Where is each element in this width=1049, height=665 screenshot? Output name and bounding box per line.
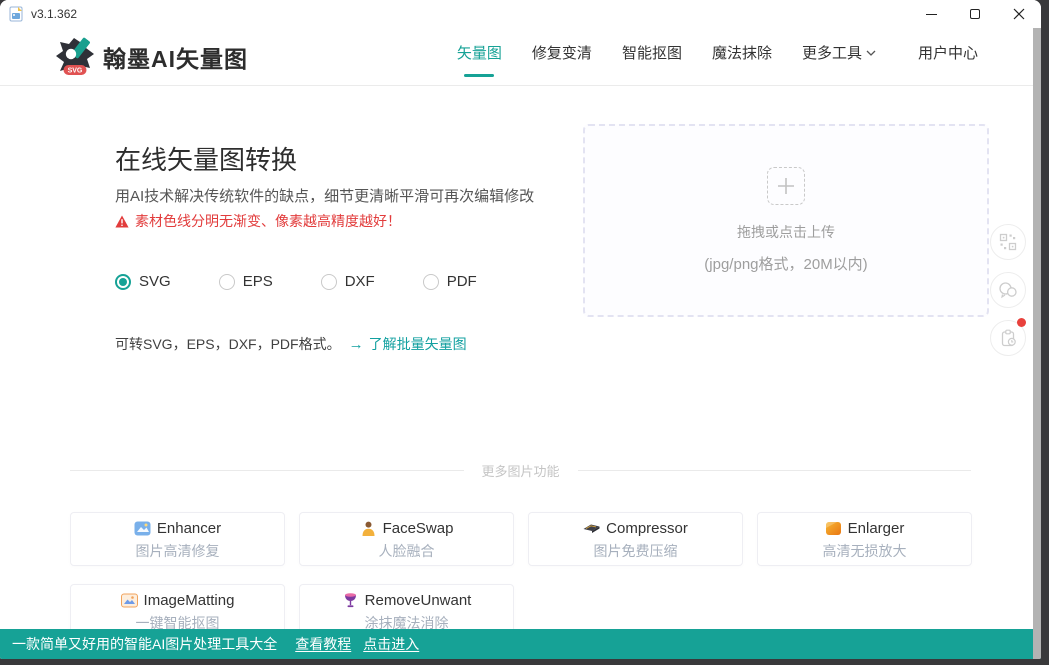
divider-label: 更多图片功能 [481,464,560,479]
app-window: v3.1.362 SVG 翰墨AI矢量图 矢量图 修复变清 智能抠图 魔法抹除 … [0,0,1041,659]
nav-tab-user-center[interactable]: 用户中心 [918,36,978,77]
qr-code-button[interactable] [990,224,1026,260]
formats-note: 可转SVG，EPS，DXF，PDF格式。 → 了解批量矢量图 [115,334,467,354]
upload-hint: 拖拽或点击上传 [737,224,835,240]
window-title: v3.1.362 [31,7,78,21]
picture-icon [134,521,151,536]
logo-badge: SVG [68,67,83,74]
note-text: 可转SVG，EPS，DXF，PDF格式。 [115,336,341,352]
titlebar: v3.1.362 [0,0,1041,28]
nav-tab-erase[interactable]: 魔法抹除 [712,36,772,77]
card-compressor[interactable]: Compressor 图片免费压缩 [528,512,743,566]
page-title: 在线矢量图转换 [115,145,298,175]
card-enhancer[interactable]: Enhancer 图片高清修复 [70,512,285,566]
brand-logo-icon: SVG [56,37,94,75]
magic-remove-icon [344,593,356,608]
header: SVG 翰墨AI矢量图 矢量图 修复变清 智能抠图 魔法抹除 更多工具 用户中心 [0,28,1041,86]
tutorial-link[interactable]: 查看教程 [295,634,351,654]
format-radio-group: SVG EPS DXF PDF [115,273,477,290]
app-file-icon [9,6,23,22]
footer-bar: 一款简单又好用的智能AI图片处理工具大全 查看教程 点击进入 [0,629,1041,659]
batch-vector-link[interactable]: 了解批量矢量图 [369,334,467,354]
format-radio-svg[interactable]: SVG [115,273,171,290]
format-radio-pdf[interactable]: PDF [422,273,477,290]
enter-link[interactable]: 点击进入 [363,634,419,654]
logo: SVG 翰墨AI矢量图 [55,37,248,77]
radio-icon [218,273,235,290]
main-content: 在线矢量图转换 用AI技术解决传统软件的缺点，细节更清晰平滑可再次编辑修改 素材… [0,86,1041,658]
maximize-icon [970,9,980,19]
minimize-icon [925,13,937,15]
floating-buttons [990,224,1026,356]
format-radio-eps[interactable]: EPS [218,273,273,290]
person-icon [362,521,375,536]
card-enlarger[interactable]: Enlarger 高清无损放大 [757,512,972,566]
nav-tab-more-tools[interactable]: 更多工具 [802,36,876,77]
upload-dropzone[interactable]: 拖拽或点击上传 (jpg/png格式，20M以内) [583,124,989,317]
brand-name: 翰墨AI矢量图 [103,45,248,72]
nav-tab-cutout[interactable]: 智能抠图 [622,36,682,77]
arrow-right-icon: → [348,335,364,353]
radio-icon [115,273,131,290]
radio-icon [320,273,337,290]
radio-icon [422,273,439,290]
warning-row: 素材色线分明无渐变、像素越高精度越好！ [115,211,401,231]
plus-box [767,167,805,205]
chevron-down-icon [866,50,876,56]
chat-icon [999,282,1017,299]
card-faceswap[interactable]: FaceSwap 人脸融合 [299,512,514,566]
minimize-button[interactable] [909,0,953,28]
format-radio-dxf[interactable]: DXF [320,273,375,290]
main-nav: 矢量图 修复变清 智能抠图 魔法抹除 更多工具 用户中心 [457,36,978,77]
more-features-divider: 更多图片功能 [70,461,972,480]
feature-cards-grid: Enhancer 图片高清修复 FaceSwap 人脸融合 Compressor… [70,512,975,638]
close-icon [1013,8,1025,20]
matting-icon [120,593,138,608]
maximize-button[interactable] [953,0,997,28]
warning-icon [115,215,129,227]
clipboard-history-icon [1001,329,1016,346]
footer-slogan: 一款简单又好用的智能AI图片处理工具大全 [12,636,278,652]
warning-text: 素材色线分明无渐变、像素越高精度越好！ [135,213,401,229]
history-clipboard-button[interactable] [990,318,1026,356]
close-button[interactable] [997,0,1041,28]
compressor-icon [583,524,600,533]
divider-line [70,470,464,471]
qr-code-icon [999,233,1017,251]
notification-dot [1017,318,1026,327]
page-description: 用AI技术解决传统软件的缺点，细节更清晰平滑可再次编辑修改 [115,188,535,205]
vertical-scrollbar[interactable] [1033,28,1041,659]
upload-format-hint: (jpg/png格式，20M以内) [704,256,868,273]
nav-tab-restore[interactable]: 修复变清 [532,36,592,77]
enlarger-icon [825,522,841,535]
divider-line [577,470,972,471]
window-controls [909,0,1041,28]
feedback-chat-button[interactable] [990,272,1026,308]
plus-icon [778,178,794,194]
nav-tab-vector[interactable]: 矢量图 [457,36,502,77]
